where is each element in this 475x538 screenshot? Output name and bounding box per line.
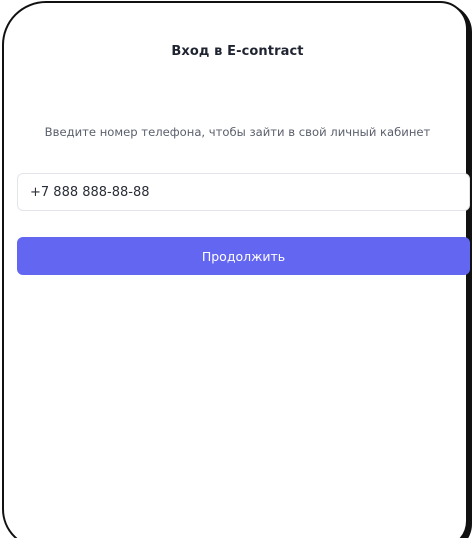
continue-button[interactable]: Продолжить: [17, 237, 470, 275]
page-title: Вход в E-contract: [171, 44, 304, 59]
login-instructions: Введите номер телефона, чтобы зайти в св…: [44, 125, 431, 139]
phone-input[interactable]: [17, 173, 470, 211]
screen: Вход в E-contract Введите номер телефона…: [0, 0, 475, 538]
